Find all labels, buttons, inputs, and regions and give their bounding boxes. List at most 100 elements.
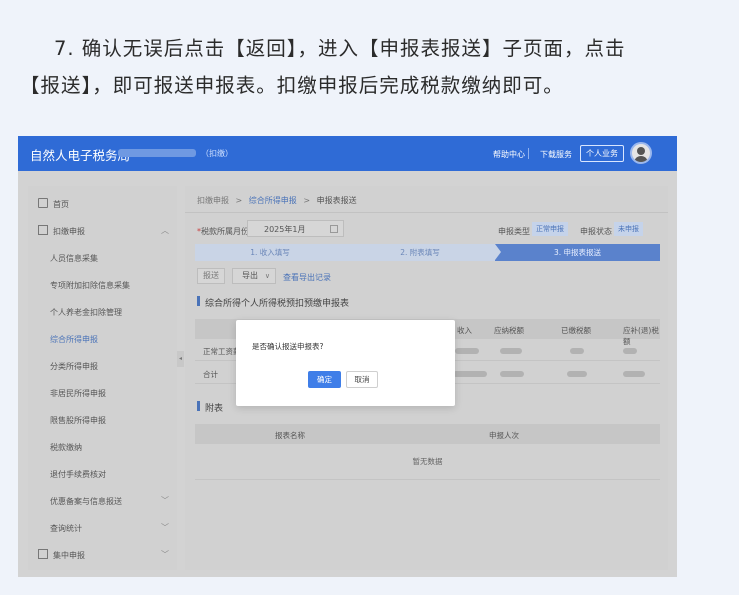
breadcrumb: 扣缴申报 > 综合所得申报 > 申报表报送 [197, 195, 357, 206]
export-log-link[interactable]: 查看导出记录 [283, 272, 331, 283]
column-header: 报表名称 [275, 431, 305, 440]
chevron-down-icon: ﹀ [161, 550, 169, 559]
calendar-icon [330, 225, 338, 233]
batch-icon [38, 549, 48, 559]
top-bar: 自然人电子税务局 （扣缴） 帮助中心 下载服务 个人业务 [18, 136, 677, 171]
sidebar-item-label: 查询统计 [50, 524, 82, 533]
breadcrumb-separator: > [235, 196, 243, 205]
chevron-down-icon: ﹀ [161, 496, 169, 505]
sidebar-item-label: 专项附加扣除信息采集 [50, 281, 130, 290]
sidebar-item-personnel[interactable]: 人员信息采集 [28, 244, 177, 270]
sidebar-item-comprehensive[interactable]: 综合所得申报 [28, 325, 177, 351]
report-status-badge: 未申报 [614, 222, 643, 236]
breadcrumb-root[interactable]: 扣缴申报 [197, 196, 229, 205]
chevron-up-icon: ︿ [161, 226, 169, 235]
breadcrumb-separator: > [303, 196, 311, 205]
section-marker [197, 296, 200, 306]
sidebar-item-withholding[interactable]: 扣缴申报 ︿ [28, 217, 177, 243]
report-type-badge: 正常申报 [532, 222, 568, 236]
avatar-body [634, 156, 648, 162]
blurred-company-name [118, 149, 196, 157]
sidebar-item-label: 首页 [53, 200, 69, 209]
sidebar: 首页 扣缴申报 ︿ 人员信息采集 专项附加扣除信息采集 个人养老金扣除管理 综合… [28, 186, 177, 570]
embedded-screenshot: 自然人电子税务局 （扣缴） 帮助中心 下载服务 个人业务 首页 扣缴申报 ︿ 人… [18, 136, 677, 577]
divider [528, 148, 529, 159]
sidebar-item-special-deduction[interactable]: 专项附加扣除信息采集 [28, 271, 177, 297]
sidebar-item-fee-refund[interactable]: 退付手续费核对 [28, 460, 177, 486]
dialog-message: 是否确认报送申报表? [252, 342, 324, 351]
sidebar-item-preferential[interactable]: 优惠备案与信息报送 ﹀ [28, 487, 177, 513]
step-label: 3. 申报表报送 [553, 248, 602, 257]
column-header: 申报人次 [489, 431, 519, 440]
sidebar-item-nonresident[interactable]: 非居民所得申报 [28, 379, 177, 405]
section-marker [197, 401, 200, 411]
step-indicator: 1. 收入填写 2. 附表填写 3. 申报表报送 [195, 244, 660, 261]
sidebar-item-home[interactable]: 首页 [28, 190, 177, 216]
step-label: 2. 附表填写 [400, 248, 440, 257]
sidebar-item-label: 集中申报 [53, 551, 85, 560]
sidebar-item-label: 限售股所得申报 [50, 416, 106, 425]
attachment-table-header: 报表名称 申报人次 [195, 424, 660, 444]
period-value: 2025年1月 [264, 225, 306, 234]
step-arrow [345, 244, 351, 260]
report-status-label: 申报状态 [580, 227, 612, 236]
help-center-link[interactable]: 帮助中心 [493, 149, 525, 160]
report-type-label: 申报类型 [498, 227, 530, 236]
column-header: 收入 [457, 326, 472, 335]
sidebar-item-label: 综合所得申报 [50, 335, 98, 344]
empty-state: 暂无数据 [195, 444, 660, 480]
row-label: 合计 [203, 370, 218, 379]
sidebar-item-pension[interactable]: 个人养老金扣除管理 [28, 298, 177, 324]
section-title: 附表 [205, 404, 224, 414]
blurred-value [623, 371, 645, 377]
sidebar-item-tax-payment[interactable]: 税款缴纳 [28, 433, 177, 459]
article-line-1: 7. 确认无误后点击【返回】，进入【申报表报送】子页面，点击 [54, 37, 626, 60]
sidebar-item-label: 税款缴纳 [50, 443, 82, 452]
report-button[interactable]: 报送 [197, 268, 225, 284]
article-line-2: 【报送】，即可报送申报表。扣缴申报后完成税款缴纳即可。 [20, 74, 564, 97]
article-paragraph: 7. 确认无误后点击【返回】，进入【申报表报送】子页面，点击 【报送】，即可报送… [20, 30, 720, 104]
avatar[interactable] [630, 142, 652, 164]
chevron-down-icon: ∨ [264, 272, 270, 280]
sidebar-item-label: 扣缴申报 [53, 227, 85, 236]
blurred-value [500, 348, 522, 354]
blurred-value [453, 371, 487, 377]
step-label: 1. 收入填写 [250, 248, 290, 257]
confirm-button[interactable]: 确定 [308, 371, 341, 388]
download-service-link[interactable]: 下载服务 [540, 149, 572, 160]
cancel-button[interactable]: 取消 [346, 371, 378, 388]
brand-title: 自然人电子税务局 [30, 148, 131, 163]
article: 7. 确认无误后点击【返回】，进入【申报表报送】子页面，点击 【报送】，即可报送… [0, 0, 739, 595]
chevron-down-icon: ﹀ [161, 523, 169, 532]
sidebar-item-label: 优惠备案与信息报送 [50, 497, 122, 506]
breadcrumb-comprehensive[interactable]: 综合所得申报 [249, 196, 297, 205]
blurred-value [455, 348, 479, 354]
avatar-head [637, 147, 645, 155]
section-title: 综合所得个人所得税预扣预缴申报表 [205, 299, 350, 309]
sidebar-item-label: 分类所得申报 [50, 362, 98, 371]
breadcrumb-current: 申报表报送 [316, 196, 357, 205]
blurred-value [500, 371, 524, 377]
blurred-value [567, 371, 587, 377]
home-icon [38, 198, 48, 208]
sidebar-item-label: 非居民所得申报 [50, 389, 106, 398]
blurred-value [570, 348, 584, 354]
sidebar-item-restricted-shares[interactable]: 限售股所得申报 [28, 406, 177, 432]
step-submit[interactable]: 3. 申报表报送 [495, 244, 660, 261]
blurred-value [623, 348, 637, 354]
sidebar-item-classified[interactable]: 分类所得申报 [28, 352, 177, 378]
document-icon [38, 225, 48, 235]
period-label: *税款所属月份 [197, 227, 249, 236]
export-dropdown[interactable]: 导出 ∨ [232, 268, 276, 284]
column-header: 应纳税额 [494, 326, 524, 335]
period-input[interactable]: 2025年1月 [247, 220, 344, 237]
sidebar-item-batch[interactable]: 集中申报 ﹀ [28, 541, 177, 567]
step-attachment[interactable]: 2. 附表填写 [345, 244, 501, 261]
sidebar-item-query[interactable]: 查询统计 ﹀ [28, 514, 177, 540]
sidebar-collapse-toggle[interactable]: ◂ [177, 351, 184, 367]
step-income[interactable]: 1. 收入填写 [195, 244, 351, 261]
sidebar-item-label: 个人养老金扣除管理 [50, 308, 122, 317]
sidebar-item-label: 退付手续费核对 [50, 470, 106, 479]
sidebar-item-label: 人员信息采集 [50, 254, 98, 263]
personal-business-button[interactable]: 个人业务 [580, 145, 624, 162]
